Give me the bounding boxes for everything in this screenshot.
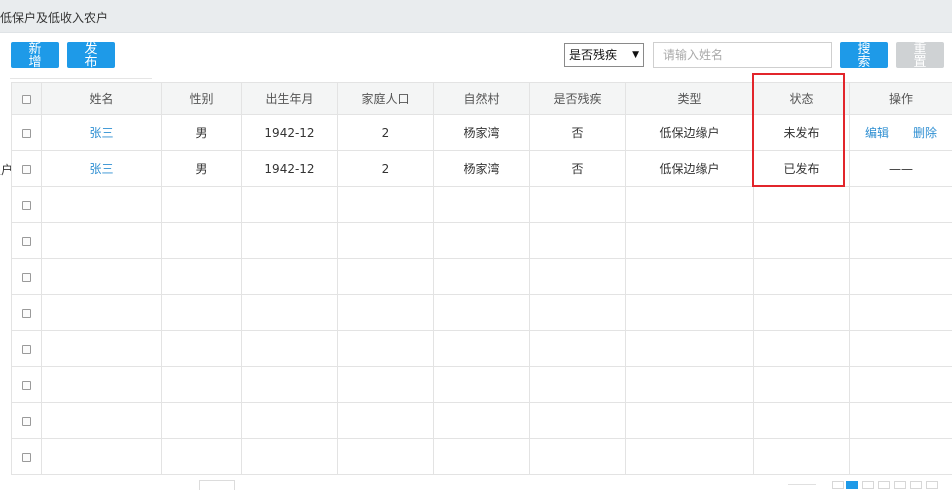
column-header-disabled: 是否残疾	[530, 83, 626, 115]
empty-row	[12, 259, 952, 295]
cell-gender: 男	[162, 115, 242, 151]
cell-village: 杨家湾	[434, 151, 530, 187]
cell-status: 未发布	[754, 115, 850, 151]
pager-page[interactable]	[878, 481, 890, 489]
cell-family: 2	[338, 151, 434, 187]
table-row: 张三 男 1942-12 2 杨家湾 否 低保边缘户 未发布 编辑 删除	[12, 115, 952, 151]
cell-village: 杨家湾	[434, 115, 530, 151]
select-all-checkbox[interactable]	[22, 95, 31, 104]
column-header-actions: 操作	[850, 83, 952, 115]
caret-down-icon: ▼	[632, 44, 639, 66]
cell-type: 低保边缘户	[626, 151, 754, 187]
column-header-family: 家庭人口	[338, 83, 434, 115]
row-checkbox[interactable]	[22, 129, 31, 138]
pager-page[interactable]	[926, 481, 938, 489]
pager-page-current[interactable]	[846, 481, 858, 489]
cell-status: 已发布	[754, 151, 850, 187]
cell-disabled: 否	[530, 151, 626, 187]
empty-row	[12, 223, 952, 259]
pager-page[interactable]	[832, 481, 844, 489]
column-header-gender: 性别	[162, 83, 242, 115]
column-header-village: 自然村	[434, 83, 530, 115]
cell-birth: 1942-12	[242, 151, 338, 187]
pager-page[interactable]	[862, 481, 874, 489]
data-table: 姓名 性别 出生年月 家庭人口 自然村 是否残疾 类型 状态 操作 张三 男 1…	[11, 82, 952, 475]
column-header-name: 姓名	[42, 83, 162, 115]
empty-row	[12, 403, 952, 439]
add-button[interactable]: 新 增	[11, 42, 59, 68]
cell-actions: 编辑 删除	[850, 115, 952, 151]
reset-button[interactable]: 重 置	[896, 42, 944, 68]
empty-row	[12, 439, 952, 475]
add-button-label-2: 增	[11, 56, 59, 68]
name-link[interactable]: 张三	[89, 162, 113, 176]
cell-type: 低保边缘户	[626, 115, 754, 151]
empty-row	[12, 367, 952, 403]
column-header-status: 状态	[754, 83, 850, 115]
row-checkbox[interactable]	[22, 345, 31, 354]
publish-button-label-2: 布	[67, 56, 115, 68]
edit-link[interactable]: 编辑	[865, 126, 889, 140]
cell-name[interactable]: 张三	[42, 115, 162, 151]
table-header-row: 姓名 性别 出生年月 家庭人口 自然村 是否残疾 类型 状态 操作	[12, 83, 952, 115]
cell-name[interactable]: 张三	[42, 151, 162, 187]
table-row: 张三 男 1942-12 2 杨家湾 否 低保边缘户 已发布 ——	[12, 151, 952, 187]
reset-button-label-2: 置	[896, 56, 944, 68]
row-select-cell[interactable]	[12, 115, 42, 151]
row-checkbox[interactable]	[22, 273, 31, 282]
empty-row	[12, 295, 952, 331]
cell-actions: ——	[850, 151, 952, 187]
disabled-select-value: 是否残疾	[569, 48, 617, 62]
delete-link[interactable]: 删除	[913, 126, 937, 140]
title-bar: 低保户及低收入农户	[0, 0, 952, 33]
cell-birth: 1942-12	[242, 115, 338, 151]
page-title: 低保户及低收入农户	[0, 9, 108, 26]
row-select-cell[interactable]	[12, 151, 42, 187]
name-search-input[interactable]	[653, 42, 832, 68]
column-header-type: 类型	[626, 83, 754, 115]
row-checkbox[interactable]	[22, 381, 31, 390]
search-button-label-2: 索	[840, 56, 888, 68]
header-select-all[interactable]	[12, 83, 42, 115]
pager-page[interactable]	[894, 481, 906, 489]
row-checkbox[interactable]	[22, 309, 31, 318]
row-checkbox[interactable]	[22, 237, 31, 246]
disabled-select[interactable]: 是否残疾 ▼	[564, 43, 644, 67]
row-checkbox[interactable]	[22, 201, 31, 210]
row-checkbox[interactable]	[22, 165, 31, 174]
column-header-birth: 出生年月	[242, 83, 338, 115]
cell-family: 2	[338, 115, 434, 151]
cell-disabled: 否	[530, 115, 626, 151]
cell-gender: 男	[162, 151, 242, 187]
row-checkbox[interactable]	[22, 417, 31, 426]
search-button[interactable]: 搜 索	[840, 42, 888, 68]
empty-row	[12, 331, 952, 367]
page-size-box[interactable]	[199, 480, 235, 490]
empty-row	[12, 187, 952, 223]
row-checkbox[interactable]	[22, 453, 31, 462]
toolbar-divider	[10, 78, 152, 79]
pager-page[interactable]	[910, 481, 922, 489]
name-link[interactable]: 张三	[89, 126, 113, 140]
publish-button[interactable]: 发 布	[67, 42, 115, 68]
